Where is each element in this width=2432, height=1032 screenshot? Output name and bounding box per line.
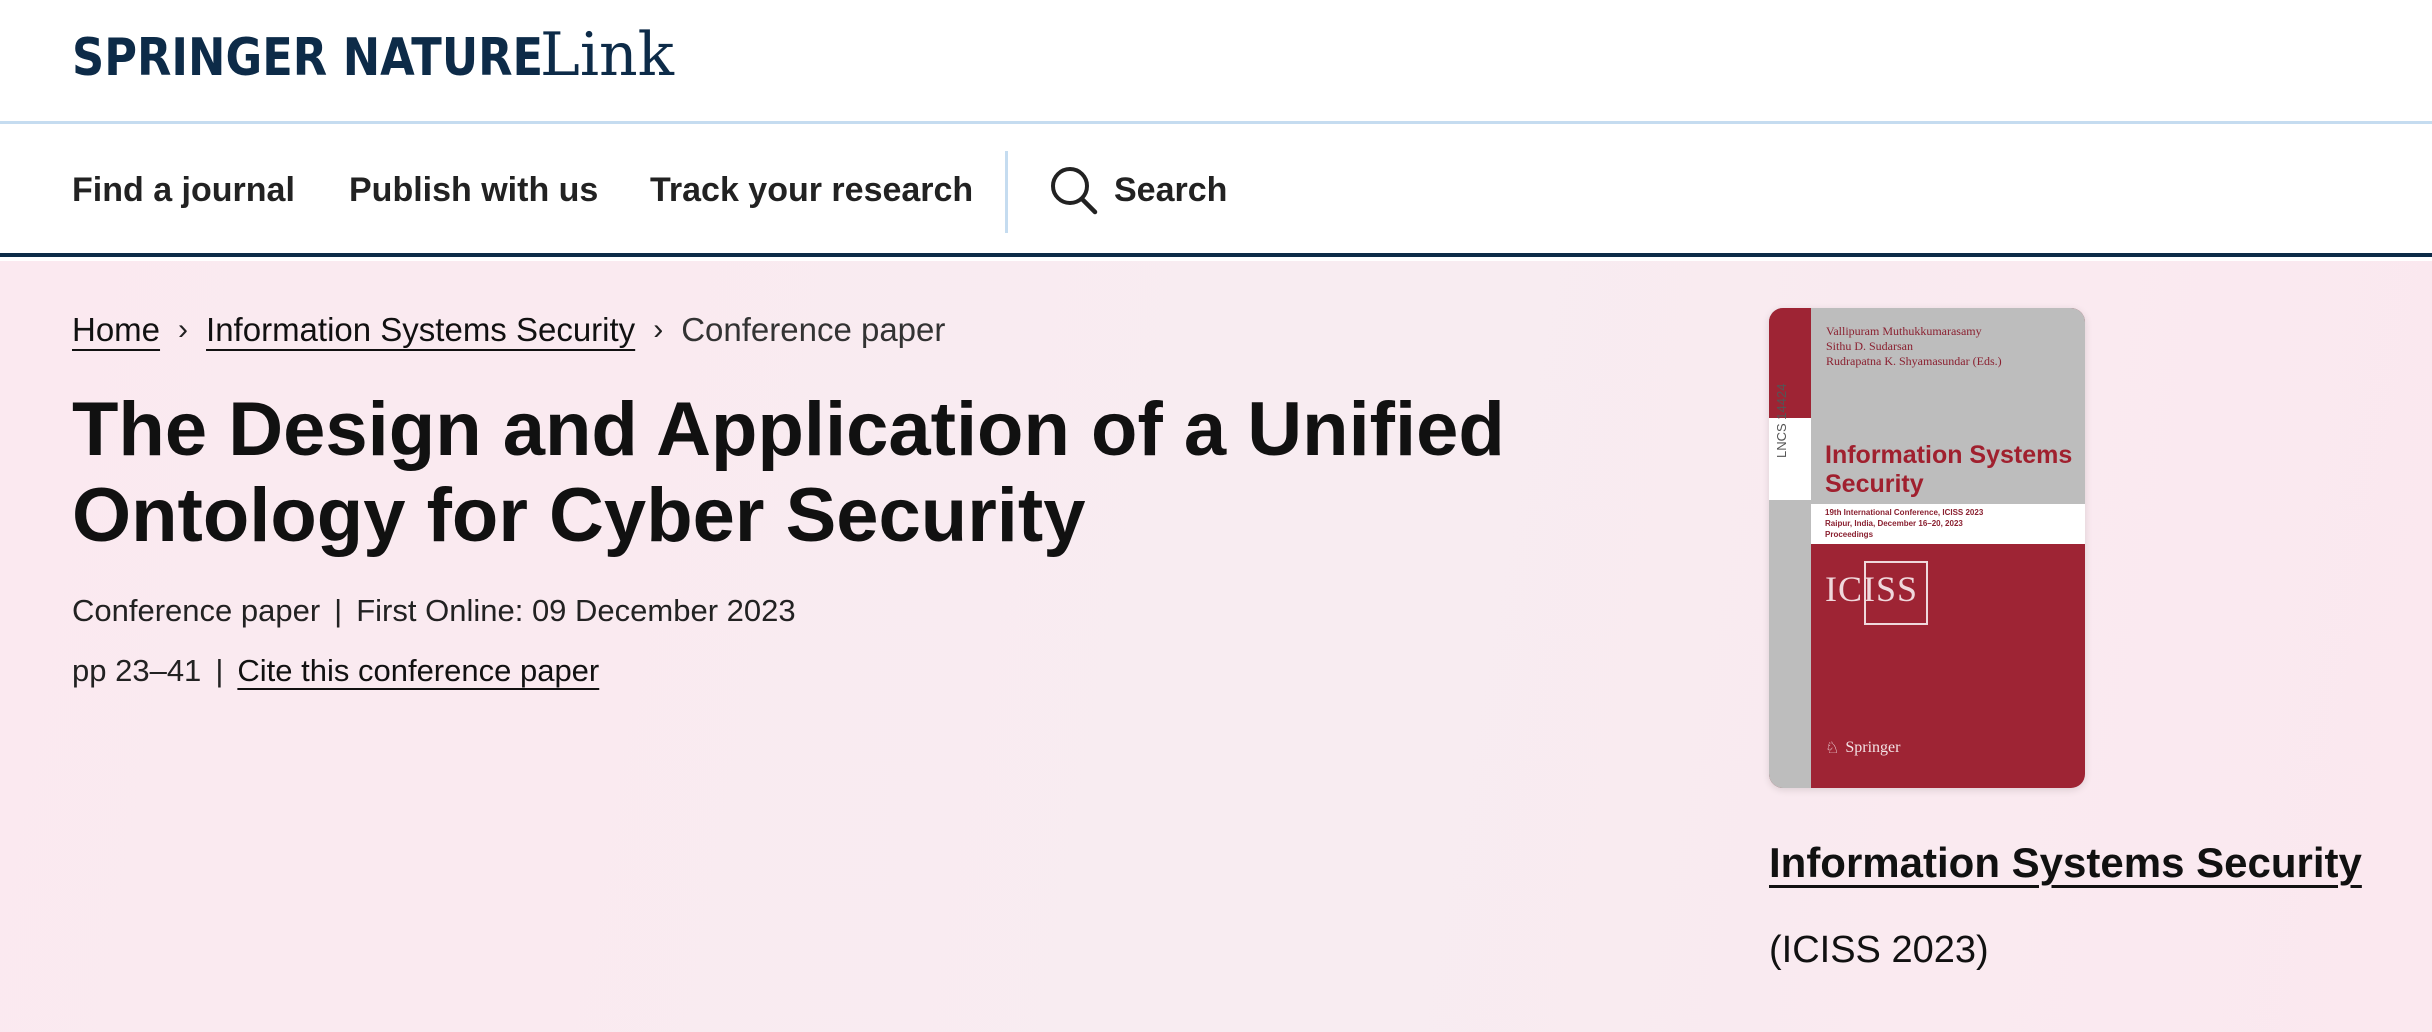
- article-meta: Conference paper | First Online: 09 Decemb…: [72, 593, 796, 629]
- meta-separator: |: [215, 653, 224, 688]
- iciss-logo: ICISS: [1825, 569, 1919, 609]
- cover-series: LNCS 14424: [1774, 383, 1789, 458]
- cover-title: Information Systems Security: [1825, 441, 2072, 499]
- first-online-date: First Online: 09 December 2023: [356, 593, 796, 628]
- nav-track-your-research[interactable]: Track your research: [650, 171, 973, 210]
- article-pages-meta: pp 23–41 | Cite this conference paper: [72, 653, 599, 689]
- article-title: The Design and Application of a Unified …: [72, 387, 1505, 558]
- cover-editor: Sithu D. Sudarsan: [1826, 339, 1913, 353]
- search-button[interactable]: Search: [1050, 165, 1227, 215]
- breadcrumb-home[interactable]: Home: [72, 311, 160, 349]
- brand-product: Link: [540, 20, 675, 90]
- breadcrumb-current: Conference paper: [681, 311, 946, 348]
- nav-find-a-journal[interactable]: Find a journal: [72, 171, 295, 210]
- search-label: Search: [1114, 170, 1228, 209]
- springer-horse-icon: ♘: [1825, 740, 1840, 757]
- cite-link[interactable]: Cite this conference paper: [237, 653, 599, 689]
- cover-conference-line: 19th International Conference, ICISS 202…: [1825, 508, 1984, 517]
- breadcrumb: Home › Information Systems Security › Co…: [72, 311, 945, 349]
- cover-publisher: ♘ Springer: [1825, 738, 1900, 758]
- meta-separator: |: [334, 593, 343, 628]
- cover-conference-line: Proceedings: [1825, 530, 1874, 539]
- brand-header: SPRINGER NATURE Link: [0, 0, 2432, 124]
- cover-editors: Vallipuram Muthukkumarasamy Sithu D. Sud…: [1826, 324, 2002, 369]
- search-icon: [1050, 165, 1098, 215]
- nav-publish-with-us[interactable]: Publish with us: [349, 171, 598, 210]
- book-cover[interactable]: LNCS 14424 Vallipuram Muthukkumarasamy S…: [1769, 308, 2085, 788]
- article-hero: Home › Information Systems Security › Co…: [0, 261, 2432, 1032]
- cover-conference-info: 19th International Conference, ICISS 202…: [1825, 507, 1983, 540]
- cover-conference-line: Raipur, India, December 16–20, 2023: [1825, 519, 1963, 528]
- springer-nature-link-logo[interactable]: SPRINGER NATURE Link: [72, 20, 674, 90]
- main-nav: Find a journal Publish with us Track you…: [0, 127, 2432, 257]
- cover-editor: Vallipuram Muthukkumarasamy: [1826, 324, 1982, 338]
- cover-title-line: Security: [1825, 470, 1924, 498]
- chevron-right-icon: ›: [178, 313, 189, 346]
- brand-name: SPRINGER NATURE: [72, 28, 544, 88]
- article-type: Conference paper: [72, 593, 321, 628]
- page-range: pp 23–41: [72, 653, 202, 688]
- book-conference: (ICISS 2023): [1769, 929, 1989, 971]
- cover-title-line: Information Systems: [1825, 441, 2073, 469]
- book-title-link[interactable]: Information Systems Security: [1769, 839, 2362, 887]
- breadcrumb-book[interactable]: Information Systems Security: [206, 311, 635, 349]
- cover-publisher-name: Springer: [1845, 739, 1901, 756]
- cover-editor: Rudrapatna K. Shyamasundar (Eds.): [1826, 354, 2002, 368]
- chevron-right-icon: ›: [653, 313, 664, 346]
- nav-divider: [1005, 151, 1008, 233]
